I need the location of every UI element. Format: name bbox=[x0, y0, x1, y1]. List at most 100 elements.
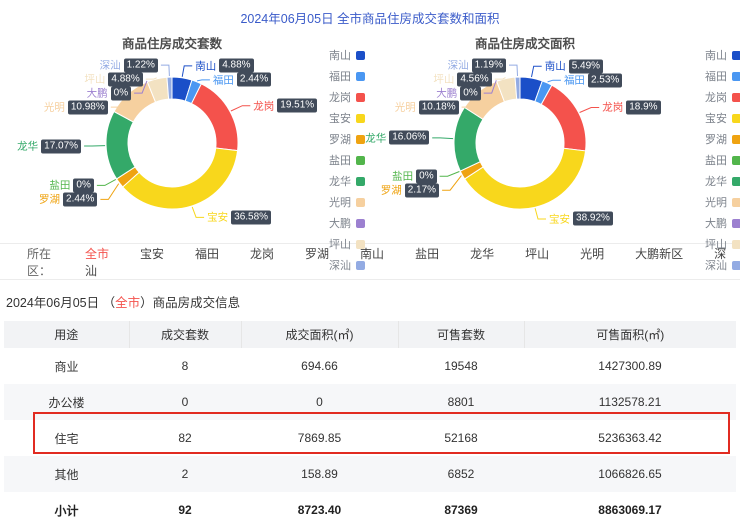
legend-item-nanshan[interactable]: 南山 bbox=[699, 47, 740, 63]
pie-label-line bbox=[230, 105, 251, 112]
pie-label-name: 南山 bbox=[544, 60, 566, 73]
filter-option-quanshi[interactable]: 全市 bbox=[85, 247, 109, 261]
legend-item-baoan[interactable]: 宝安 bbox=[323, 110, 365, 126]
pie-label-nanshan: 南山 5.49% bbox=[544, 59, 604, 74]
section-title: 2024年06月05日 （全市）商品房成交信息 bbox=[0, 280, 740, 321]
legend-item-dapeng[interactable]: 大鹏 bbox=[699, 215, 740, 231]
table-cell: 商业 bbox=[54, 359, 79, 374]
pie-label-futian: 福田 2.53% bbox=[564, 73, 623, 88]
filter-option-futian[interactable]: 福田 bbox=[195, 247, 219, 261]
pie-label-pingshan: 坪山 4.56% bbox=[433, 72, 492, 87]
pie-label-yantian: 盐田 0% bbox=[49, 178, 94, 193]
legend-item-nanshan[interactable]: 南山 bbox=[323, 47, 365, 63]
pie-label-line bbox=[181, 65, 193, 77]
table-cell: 694.66 bbox=[301, 359, 338, 373]
table-cell: 0 bbox=[316, 395, 323, 409]
table-cell: 158.89 bbox=[301, 467, 338, 481]
legend-item-shenshan[interactable]: 深汕 bbox=[323, 257, 365, 273]
legend-item-longgang[interactable]: 龙岗 bbox=[323, 89, 365, 105]
legend-item-guangming[interactable]: 光明 bbox=[323, 194, 365, 210]
donut-segment-longgang[interactable] bbox=[540, 84, 587, 152]
legend-swatch bbox=[356, 134, 365, 144]
pie-label-value-badge: 4.56% bbox=[457, 72, 492, 87]
pie-label-pingshan: 坪山 4.88% bbox=[84, 72, 143, 87]
table-row-qita: 其他 2 158.89 6852 1066826.65 bbox=[4, 456, 736, 492]
legend-item-longgang[interactable]: 龙岗 bbox=[699, 89, 740, 105]
legend-label: 盐田 bbox=[705, 155, 727, 167]
pie-label-value-badge: 36.58% bbox=[231, 210, 272, 225]
pie-label-value-badge: 2.53% bbox=[587, 73, 623, 88]
legend-item-pingshan[interactable]: 坪山 bbox=[323, 236, 365, 252]
pie-label-value-badge: 17.07% bbox=[41, 139, 82, 153]
legend-item-luohu[interactable]: 罗湖 bbox=[323, 131, 365, 147]
legend-swatch bbox=[732, 92, 740, 102]
filter-option-longgang[interactable]: 龙岗 bbox=[250, 247, 274, 261]
filter-option-dapengxinqu[interactable]: 大鹏新区 bbox=[635, 247, 683, 261]
legend-item-pingshan[interactable]: 坪山 bbox=[699, 236, 740, 252]
pie-label-line bbox=[579, 107, 600, 113]
donut-segment-longgang[interactable] bbox=[190, 83, 239, 152]
legend-item-longhua[interactable]: 龙华 bbox=[699, 173, 740, 189]
pie-label-luohu: 罗湖 2.44% bbox=[39, 192, 98, 207]
legend-swatch bbox=[732, 260, 740, 270]
pie-label-name: 罗湖 bbox=[380, 184, 402, 197]
table-cell: 87369 bbox=[444, 503, 478, 517]
pie-label-value-badge: 16.06% bbox=[389, 130, 430, 145]
legend-label: 南山 bbox=[705, 50, 727, 62]
pie-label-value-badge: 0% bbox=[416, 169, 437, 184]
pie-label-name: 龙岗 bbox=[602, 101, 624, 114]
table-cell: 92 bbox=[178, 503, 192, 517]
pie-label-name: 盐田 bbox=[49, 179, 71, 192]
pie-label-value-badge: 5.49% bbox=[568, 59, 604, 74]
legend-label: 龙岗 bbox=[705, 92, 727, 104]
table-cell: 82 bbox=[178, 431, 192, 445]
legend-item-guangming[interactable]: 光明 bbox=[699, 194, 740, 210]
legend-item-futian[interactable]: 福田 bbox=[323, 68, 365, 84]
legend-item-yantian[interactable]: 盐田 bbox=[699, 152, 740, 168]
legend-item-longhua[interactable]: 龙华 bbox=[323, 173, 365, 189]
section-title-highlight: 全市 bbox=[115, 296, 141, 310]
pie-label-name: 宝安 bbox=[207, 211, 229, 224]
donut-segment-baoan[interactable] bbox=[463, 147, 587, 210]
legend-swatch bbox=[732, 197, 740, 207]
table-row-xiaoji: 小计 92 8723.40 87369 8863069.17 bbox=[4, 492, 736, 520]
pie-label-value-badge: 0% bbox=[73, 178, 94, 193]
legend-label: 坪山 bbox=[705, 239, 727, 251]
legend-label: 罗湖 bbox=[329, 134, 351, 146]
filter-option-shenshan[interactable]: 深汕 bbox=[85, 247, 726, 278]
table-header-row: 用途 成交套数 成交面积(㎡) 可售套数 可售面积(㎡) bbox=[4, 321, 736, 348]
filter-option-longhua[interactable]: 龙华 bbox=[470, 247, 494, 261]
pie-label-value-badge: 2.44% bbox=[236, 72, 272, 87]
pie-label-name: 龙岗 bbox=[253, 100, 275, 113]
donut-segment-baoan[interactable] bbox=[122, 147, 239, 210]
pie-label-dapeng: 大鹏 0% bbox=[86, 86, 132, 101]
legend-item-yantian[interactable]: 盐田 bbox=[323, 152, 365, 168]
pie-label-baoan: 宝安 36.58% bbox=[207, 210, 272, 225]
filter-option-yantian[interactable]: 盐田 bbox=[415, 247, 439, 261]
donut-segment-longhua[interactable] bbox=[105, 110, 136, 180]
legend-item-luohu[interactable]: 罗湖 bbox=[699, 131, 740, 147]
legend-label: 龙华 bbox=[329, 176, 351, 188]
pie-label-dapeng: 大鹏 0% bbox=[436, 86, 481, 101]
pie-label-line bbox=[96, 178, 117, 186]
legend-item-dapeng[interactable]: 大鹏 bbox=[323, 215, 365, 231]
filter-option-baoan[interactable]: 宝安 bbox=[140, 247, 164, 261]
filter-option-guangming[interactable]: 光明 bbox=[580, 247, 604, 261]
pie-label-luohu: 罗湖 2.17% bbox=[380, 183, 440, 198]
legend-swatch bbox=[732, 113, 740, 123]
legend-swatch bbox=[356, 260, 365, 270]
table-cell: 小计 bbox=[54, 503, 79, 518]
filter-option-pingshan[interactable]: 坪山 bbox=[525, 247, 549, 261]
pie-label-guangming: 光明 10.98% bbox=[44, 100, 108, 115]
pie-label-name: 宝安 bbox=[549, 213, 571, 226]
pie-label-name: 大鹏 bbox=[86, 87, 108, 100]
pie-label-longhua: 龙华 16.06% bbox=[365, 130, 430, 145]
legend-item-baoan[interactable]: 宝安 bbox=[699, 110, 740, 126]
legend-label: 龙岗 bbox=[329, 92, 351, 104]
legend-label: 南山 bbox=[329, 50, 351, 62]
pie-label-name: 光明 bbox=[43, 101, 65, 114]
legend-item-futian[interactable]: 福田 bbox=[699, 68, 740, 84]
pie-label-value-badge: 10.18% bbox=[418, 100, 459, 115]
legend-swatch bbox=[356, 50, 365, 60]
legend-item-shenshan[interactable]: 深汕 bbox=[699, 257, 740, 273]
